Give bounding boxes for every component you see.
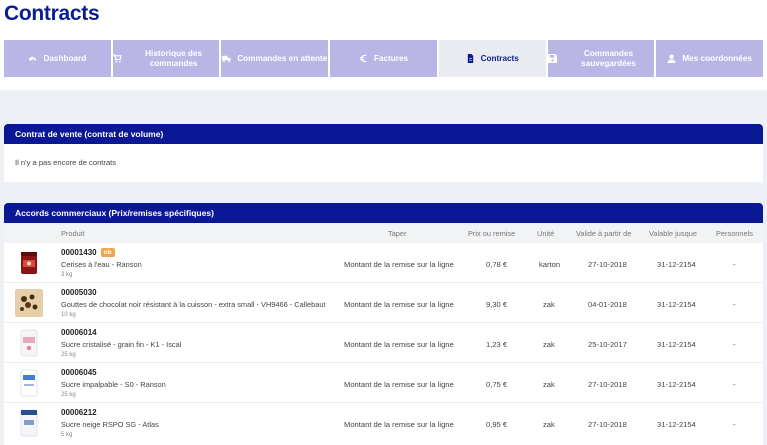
- column-header-personnels: Personnels: [716, 229, 753, 238]
- product-name: Sucre neige RSPO SG - Atlas: [61, 420, 159, 429]
- accords-panel-title: Accords commerciaux (Prix/remises spécif…: [4, 203, 763, 223]
- row-unit: zak: [543, 380, 555, 389]
- tab-factures[interactable]: Factures: [330, 40, 437, 77]
- cart-icon: [112, 54, 122, 63]
- product-weight: 25 kg: [61, 352, 76, 358]
- row-type: Montant de la remise sur la ligne: [344, 340, 454, 349]
- row-valid-from: 27-10-2018: [588, 260, 627, 269]
- table-header: Produit Taper Prix ou remise Unité Valid…: [4, 223, 763, 243]
- product-code[interactable]: 00005030: [61, 288, 97, 297]
- product-weight: 10 kg: [61, 312, 76, 318]
- euro-icon: [359, 54, 368, 63]
- product-image: [14, 408, 44, 438]
- product-name: Gouttes de chocolat noir résistant à la …: [61, 300, 326, 309]
- row-unit: zak: [543, 340, 555, 349]
- tab-mes-coordonnees[interactable]: Mes coordonnées: [656, 40, 764, 77]
- row-valid-from: 25-10-2017: [588, 340, 627, 349]
- row-price: 0,75 €: [486, 380, 508, 389]
- row-price: 0,95 €: [486, 420, 508, 429]
- accords-panel: Accords commerciaux (Prix/remises spécif…: [4, 203, 763, 445]
- row-personal: -: [733, 380, 736, 389]
- column-header-unite: Unité: [537, 229, 555, 238]
- row-valid-from: 27-10-2018: [588, 420, 627, 429]
- table-row[interactable]: 00001430 ob Cerises à l'eau - Ranson 3 kg…: [4, 243, 763, 283]
- product-image: [14, 368, 44, 398]
- tab-contracts[interactable]: Contracts: [438, 40, 546, 77]
- row-valid-from: 27-10-2018: [588, 380, 627, 389]
- product-image: [14, 328, 44, 358]
- row-type: Montant de la remise sur la ligne: [344, 260, 454, 269]
- nav-tabs: Dashboard Historique des commandes Comma…: [4, 40, 764, 77]
- row-valid-until: 31-12-2154: [657, 260, 696, 269]
- product-code[interactable]: 00001430: [61, 248, 97, 257]
- truck-icon: [222, 54, 232, 63]
- row-price: 9,30 €: [486, 300, 508, 309]
- table-row[interactable]: 00006045 Sucre impalpable - S0 - Ranson …: [4, 363, 763, 403]
- product-name: Sucre impalpable - S0 - Ranson: [61, 380, 166, 389]
- row-type: Montant de la remise sur la ligne: [344, 380, 454, 389]
- document-icon: [466, 54, 475, 63]
- page-title: Contracts: [4, 2, 100, 25]
- column-header-produit: Produit: [61, 229, 85, 238]
- tab-historique[interactable]: Historique des commandes: [112, 40, 220, 77]
- row-unit: karton: [539, 260, 561, 269]
- row-valid-until: 31-12-2154: [657, 300, 696, 309]
- tab-commandes-sauvegardees[interactable]: Commandes sauvegardées: [547, 40, 655, 77]
- row-personal: -: [733, 420, 736, 429]
- product-weight: 25 kg: [61, 392, 76, 398]
- product-image: [14, 288, 44, 318]
- contract-panel: Contrat de vente (contrat de volume) Il …: [4, 124, 763, 182]
- product-name: Sucre cristalisé - grain fin - K1 - Isca…: [61, 340, 182, 349]
- contract-panel-title: Contrat de vente (contrat de volume): [4, 124, 763, 144]
- row-unit: zak: [543, 300, 555, 309]
- table-row[interactable]: 00006212 Sucre neige RSPO SG - Atlas 5 k…: [4, 403, 763, 443]
- column-header-taper: Taper: [388, 229, 407, 238]
- row-unit: zak: [543, 420, 555, 429]
- row-price: 0,78 €: [486, 260, 508, 269]
- product-code[interactable]: 00006212: [61, 408, 97, 417]
- tab-dashboard[interactable]: Dashboard: [4, 40, 111, 77]
- product-code[interactable]: 00006045: [61, 368, 97, 377]
- user-icon: [667, 54, 676, 63]
- save-icon: [547, 54, 557, 63]
- product-code[interactable]: 00006014: [61, 328, 97, 337]
- table-row[interactable]: 00006014 Sucre cristalisé - grain fin - …: [4, 323, 763, 363]
- column-header-prix: Prix ou remise: [468, 229, 516, 238]
- table-row[interactable]: 00005030 Gouttes de chocolat noir résist…: [4, 283, 763, 323]
- column-header-valide: Valide à partir de: [576, 229, 632, 238]
- row-price: 1,23 €: [486, 340, 508, 349]
- product-weight: 3 kg: [61, 272, 73, 278]
- row-personal: -: [733, 300, 736, 309]
- product-name: Cerises à l'eau - Ranson: [61, 260, 142, 269]
- tab-commandes-attente[interactable]: Commandes en attente: [221, 40, 329, 77]
- row-personal: -: [733, 340, 736, 349]
- row-personal: -: [733, 260, 736, 269]
- row-type: Montant de la remise sur la ligne: [344, 300, 454, 309]
- product-weight: 5 kg: [61, 432, 73, 438]
- row-valid-until: 31-12-2154: [657, 340, 696, 349]
- row-type: Montant de la remise sur la ligne: [344, 420, 454, 429]
- row-valid-from: 04-01-2018: [588, 300, 627, 309]
- row-valid-until: 31-12-2154: [657, 380, 696, 389]
- row-valid-until: 31-12-2154: [657, 420, 696, 429]
- product-image: [14, 248, 44, 278]
- product-badge: ob: [100, 248, 115, 257]
- dashboard-icon: [28, 54, 37, 63]
- empty-contracts-message: Il n'y a pas encore de contrats: [15, 158, 117, 167]
- column-header-valable: Valable jusque: [649, 229, 697, 238]
